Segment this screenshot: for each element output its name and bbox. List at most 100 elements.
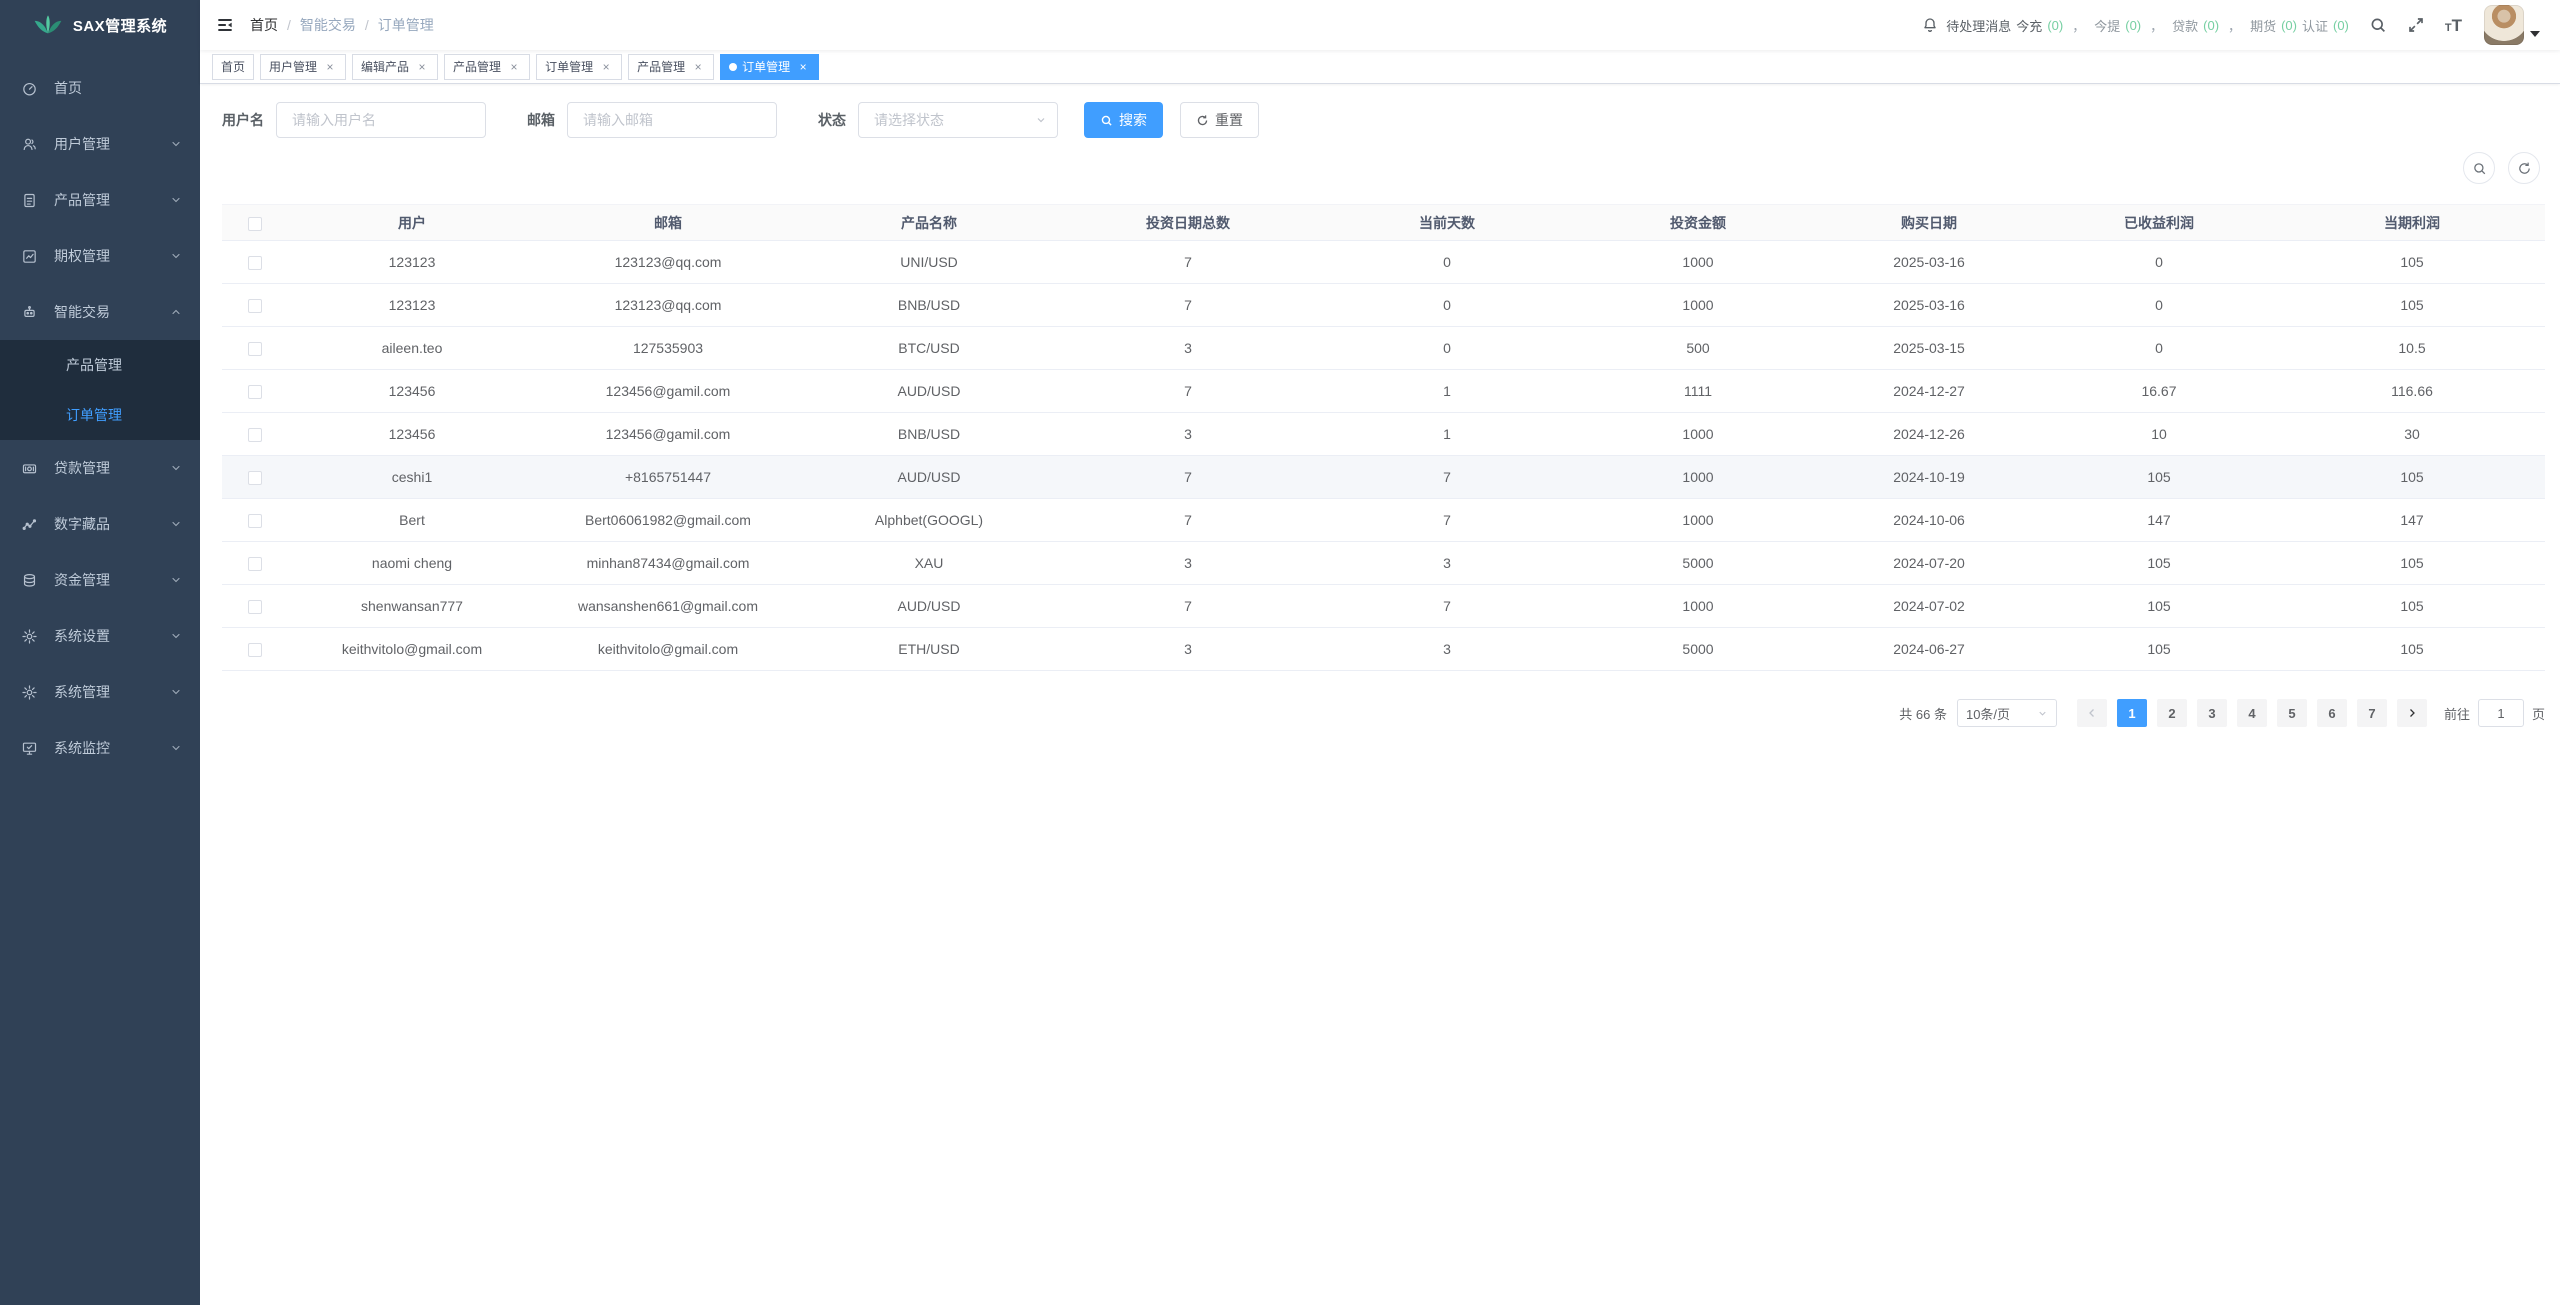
sidebar-item-smart-trading[interactable]: 智能交易: [0, 284, 200, 340]
row-checkbox[interactable]: [248, 256, 262, 270]
row-checkbox[interactable]: [248, 299, 262, 313]
tab-0[interactable]: 首页: [212, 54, 254, 80]
avatar[interactable]: [2484, 5, 2524, 45]
tab-1[interactable]: 用户管理×: [260, 54, 346, 80]
sidebar-item-label: 贷款管理: [54, 458, 170, 478]
next-page-button[interactable]: [2397, 699, 2427, 727]
notif-count-0: (0): [2047, 18, 2063, 33]
row-checkbox[interactable]: [248, 385, 262, 399]
sidebar-item-home[interactable]: 首页: [0, 60, 200, 116]
notif-label-2: 贷款: [2172, 16, 2198, 35]
tags-view-bar: 首页用户管理×编辑产品×产品管理×订单管理×产品管理×订单管理×: [200, 50, 2560, 84]
page-button-1[interactable]: 1: [2117, 699, 2147, 727]
sidebar-item-user-mgmt[interactable]: 用户管理: [0, 116, 200, 172]
sidebar-item-loan-mgmt[interactable]: 贷款管理: [0, 440, 200, 496]
table-search-toggle-button[interactable]: [2463, 152, 2495, 184]
table-refresh-button[interactable]: [2508, 152, 2540, 184]
username-input[interactable]: [276, 102, 486, 138]
page-size-select[interactable]: 10条/页: [1957, 699, 2057, 727]
sidebar-subitem-smart-product-mgmt[interactable]: 产品管理: [0, 340, 200, 390]
reset-button[interactable]: 重置: [1180, 102, 1259, 138]
row-checkbox[interactable]: [248, 428, 262, 442]
table-row[interactable]: 123456123456@gamil.comBNB/USD3110002024-…: [222, 413, 2545, 456]
goto-suffix: 页: [2532, 704, 2545, 723]
table-row[interactable]: ceshi1+8165751447AUD/USD7710002024-10-19…: [222, 456, 2545, 499]
table-row[interactable]: 123123123123@qq.comBNB/USD7010002025-03-…: [222, 284, 2545, 327]
sidebar-item-digital-collectibles[interactable]: 数字藏品: [0, 496, 200, 552]
row-checkbox[interactable]: [248, 600, 262, 614]
app-logo[interactable]: SAX管理系统: [0, 0, 200, 50]
tab-3[interactable]: 产品管理×: [444, 54, 530, 80]
search-button[interactable]: 搜索: [1084, 102, 1163, 138]
close-icon[interactable]: ×: [599, 60, 613, 74]
sidebar-item-system-monitor[interactable]: 系统监控: [0, 720, 200, 776]
notif-separator: ，: [2224, 16, 2245, 35]
cell: 123456@gamil.com: [537, 370, 799, 413]
breadcrumb-item-0[interactable]: 首页: [250, 15, 278, 35]
select-all-checkbox[interactable]: [248, 217, 262, 231]
sidebar-subitem-smart-order-mgmt[interactable]: 订单管理: [0, 390, 200, 440]
cell: 0: [2039, 241, 2279, 284]
header-search-button[interactable]: [2369, 16, 2387, 34]
goto-page-input[interactable]: [2478, 699, 2524, 727]
status-select-placeholder: 请选择状态: [874, 110, 944, 130]
page-button-4[interactable]: 4: [2237, 699, 2267, 727]
close-icon[interactable]: ×: [691, 60, 705, 74]
page-button-7[interactable]: 7: [2357, 699, 2387, 727]
row-checkbox-cell: [222, 370, 287, 413]
row-checkbox[interactable]: [248, 557, 262, 571]
row-checkbox[interactable]: [248, 643, 262, 657]
status-select[interactable]: 请选择状态: [858, 102, 1058, 138]
table-row[interactable]: BertBert06061982@gmail.comAlphbet(GOOGL)…: [222, 499, 2545, 542]
table-row[interactable]: 123456123456@gamil.comAUD/USD7111112024-…: [222, 370, 2545, 413]
header-checkbox-cell: [222, 205, 287, 241]
page-size-value: 10条/页: [1966, 704, 2010, 723]
prev-page-button[interactable]: [2077, 699, 2107, 727]
column-header-0: 用户: [287, 205, 537, 241]
page-button-5[interactable]: 5: [2277, 699, 2307, 727]
bell-icon[interactable]: [1922, 17, 1938, 33]
email-input[interactable]: [567, 102, 777, 138]
user-menu[interactable]: [2484, 5, 2540, 45]
close-icon[interactable]: ×: [796, 60, 810, 74]
column-header-5: 投资金额: [1577, 205, 1819, 241]
close-icon[interactable]: ×: [415, 60, 429, 74]
page-button-3[interactable]: 3: [2197, 699, 2227, 727]
font-size-button[interactable]: TT: [2445, 17, 2462, 34]
fullscreen-button[interactable]: [2407, 16, 2425, 34]
reset-button-label: 重置: [1215, 110, 1243, 130]
close-icon[interactable]: ×: [507, 60, 521, 74]
sidebar-item-label: 期权管理: [54, 246, 170, 266]
row-checkbox[interactable]: [248, 514, 262, 528]
cell: 105: [2039, 456, 2279, 499]
tab-2[interactable]: 编辑产品×: [352, 54, 438, 80]
cell: 500: [1577, 327, 1819, 370]
cell: 1: [1317, 413, 1577, 456]
sidebar-collapse-button[interactable]: [200, 0, 250, 50]
sidebar-item-options-mgmt[interactable]: 期权管理: [0, 228, 200, 284]
tab-5[interactable]: 产品管理×: [628, 54, 714, 80]
sidebar-item-system-mgmt[interactable]: 系统管理: [0, 664, 200, 720]
tab-6-active[interactable]: 订单管理×: [720, 54, 819, 80]
tab-4[interactable]: 订单管理×: [536, 54, 622, 80]
cell: 2024-12-26: [1819, 413, 2039, 456]
table-row[interactable]: 123123123123@qq.comUNI/USD7010002025-03-…: [222, 241, 2545, 284]
sidebar-item-funds-mgmt[interactable]: 资金管理: [0, 552, 200, 608]
page-button-2[interactable]: 2: [2157, 699, 2187, 727]
sidebar-item-system-settings[interactable]: 系统设置: [0, 608, 200, 664]
table-row[interactable]: shenwansan777wansanshen661@gmail.comAUD/…: [222, 585, 2545, 628]
cell: 7: [1317, 499, 1577, 542]
table-row[interactable]: aileen.teo127535903BTC/USD305002025-03-1…: [222, 327, 2545, 370]
close-icon[interactable]: ×: [323, 60, 337, 74]
cell: 147: [2039, 499, 2279, 542]
app-root: SAX管理系统 首页用户管理产品管理期权管理智能交易产品管理订单管理贷款管理数字…: [0, 0, 2560, 1305]
row-checkbox[interactable]: [248, 342, 262, 356]
table-row[interactable]: keithvitolo@gmail.comkeithvitolo@gmail.c…: [222, 628, 2545, 671]
table-row[interactable]: naomi chengminhan87434@gmail.comXAU33500…: [222, 542, 2545, 585]
sidebar-item-product-mgmt[interactable]: 产品管理: [0, 172, 200, 228]
row-checkbox[interactable]: [248, 471, 262, 485]
cell: 123456@gamil.com: [537, 413, 799, 456]
cell: 1000: [1577, 456, 1819, 499]
page-button-6[interactable]: 6: [2317, 699, 2347, 727]
sidebar-item-label: 首页: [54, 78, 182, 98]
